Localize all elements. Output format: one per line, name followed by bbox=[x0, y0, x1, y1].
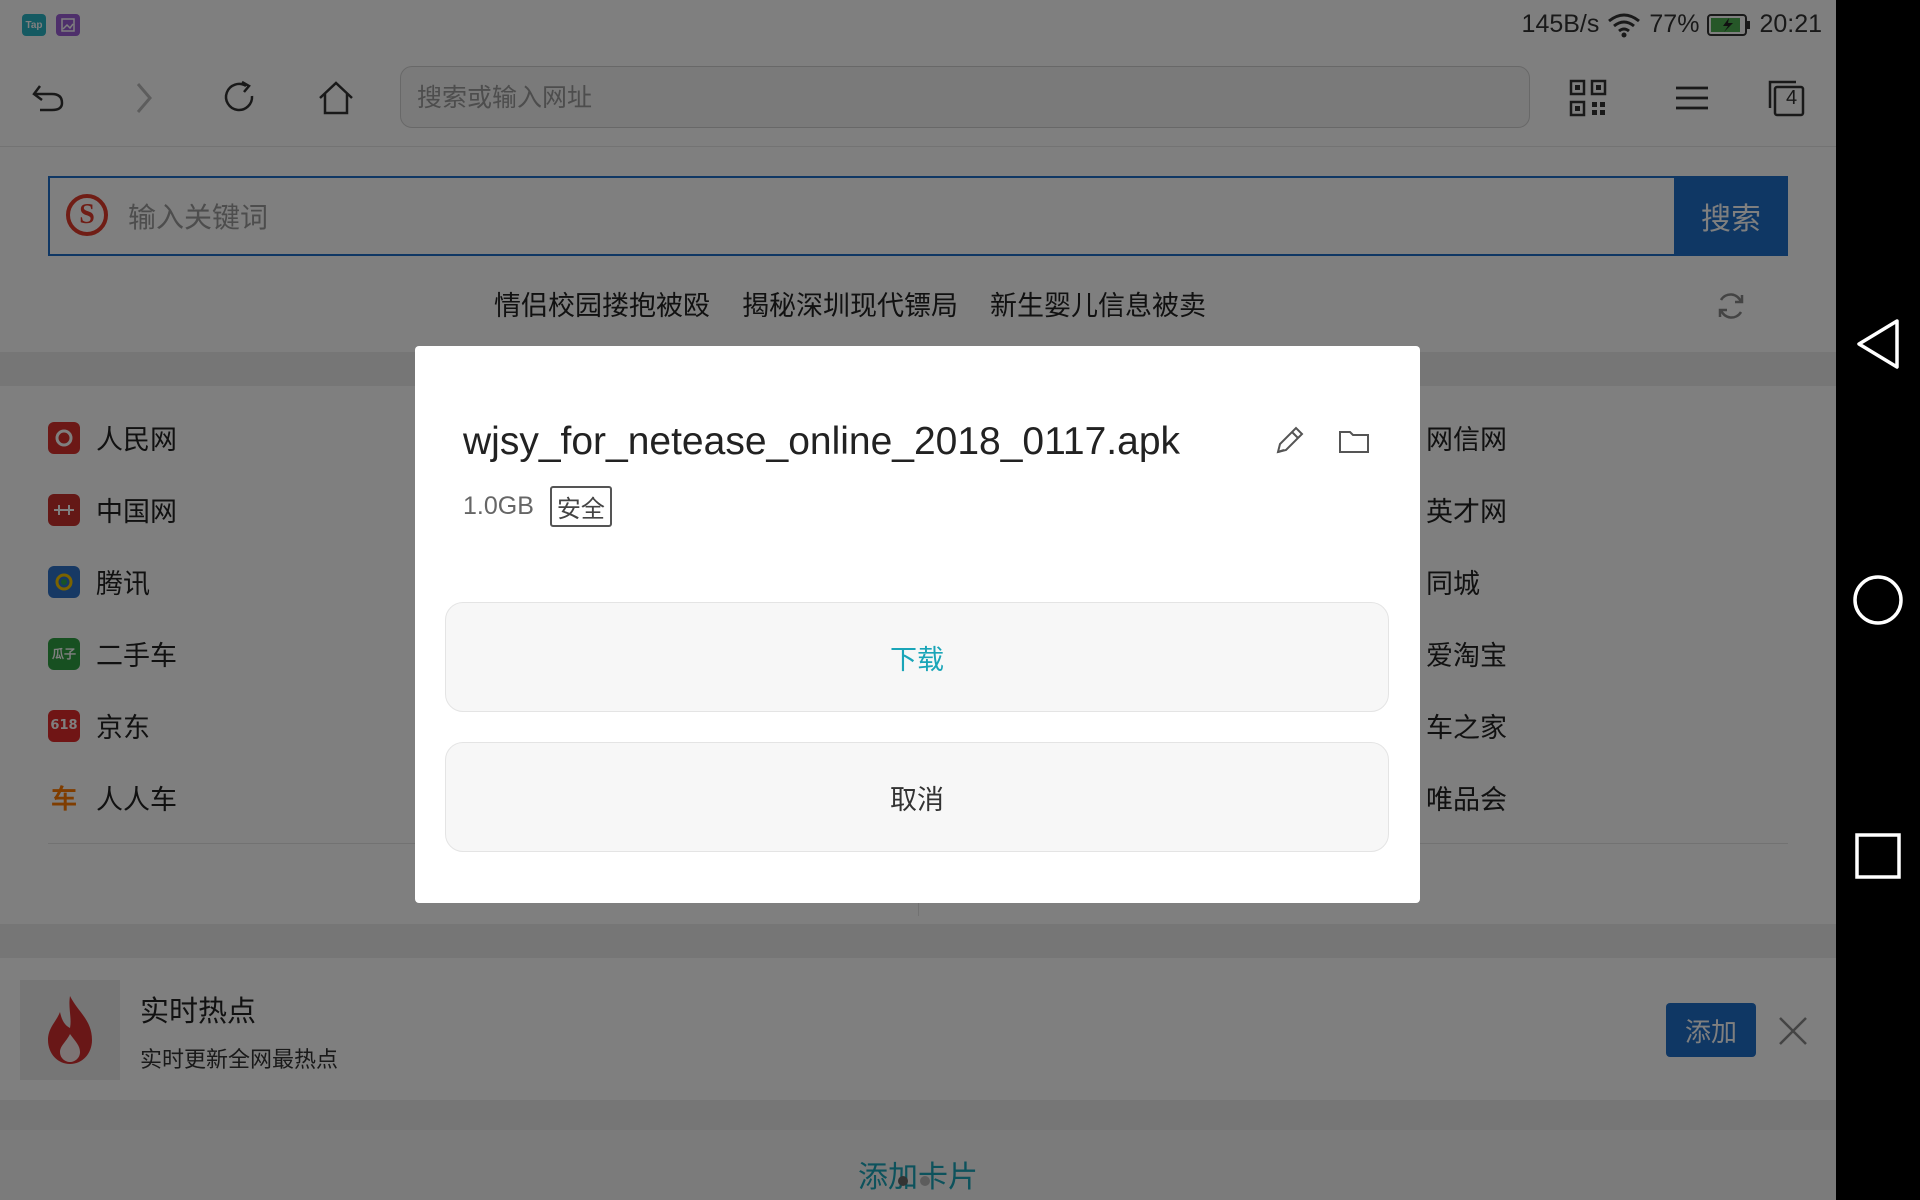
nav-recents-button[interactable] bbox=[1836, 814, 1920, 898]
folder-icon bbox=[1339, 431, 1369, 453]
download-dialog: wjsy_for_netease_online_2018_0117.apk 1.… bbox=[415, 346, 1420, 903]
file-meta: 1.0GB 安全 bbox=[463, 486, 612, 527]
nav-back-button[interactable] bbox=[1836, 302, 1920, 386]
triangle-back-icon bbox=[1857, 319, 1899, 369]
rename-button[interactable] bbox=[1270, 422, 1308, 460]
file-size: 1.0GB bbox=[463, 492, 534, 520]
circle-home-icon bbox=[1853, 575, 1903, 625]
nav-home-button[interactable] bbox=[1836, 558, 1920, 642]
pencil-icon bbox=[1276, 426, 1304, 454]
square-recents-icon bbox=[1855, 833, 1901, 879]
cancel-button[interactable]: 取消 bbox=[445, 742, 1389, 852]
system-nav-bar bbox=[1836, 0, 1920, 1200]
choose-folder-button[interactable] bbox=[1337, 424, 1371, 458]
safe-badge: 安全 bbox=[549, 486, 612, 527]
file-name: wjsy_for_netease_online_2018_0117.apk bbox=[463, 420, 1181, 463]
download-button[interactable]: 下载 bbox=[445, 602, 1389, 712]
browser-screen: Tap 145B/s 77% 20:21 bbox=[0, 0, 1836, 1200]
